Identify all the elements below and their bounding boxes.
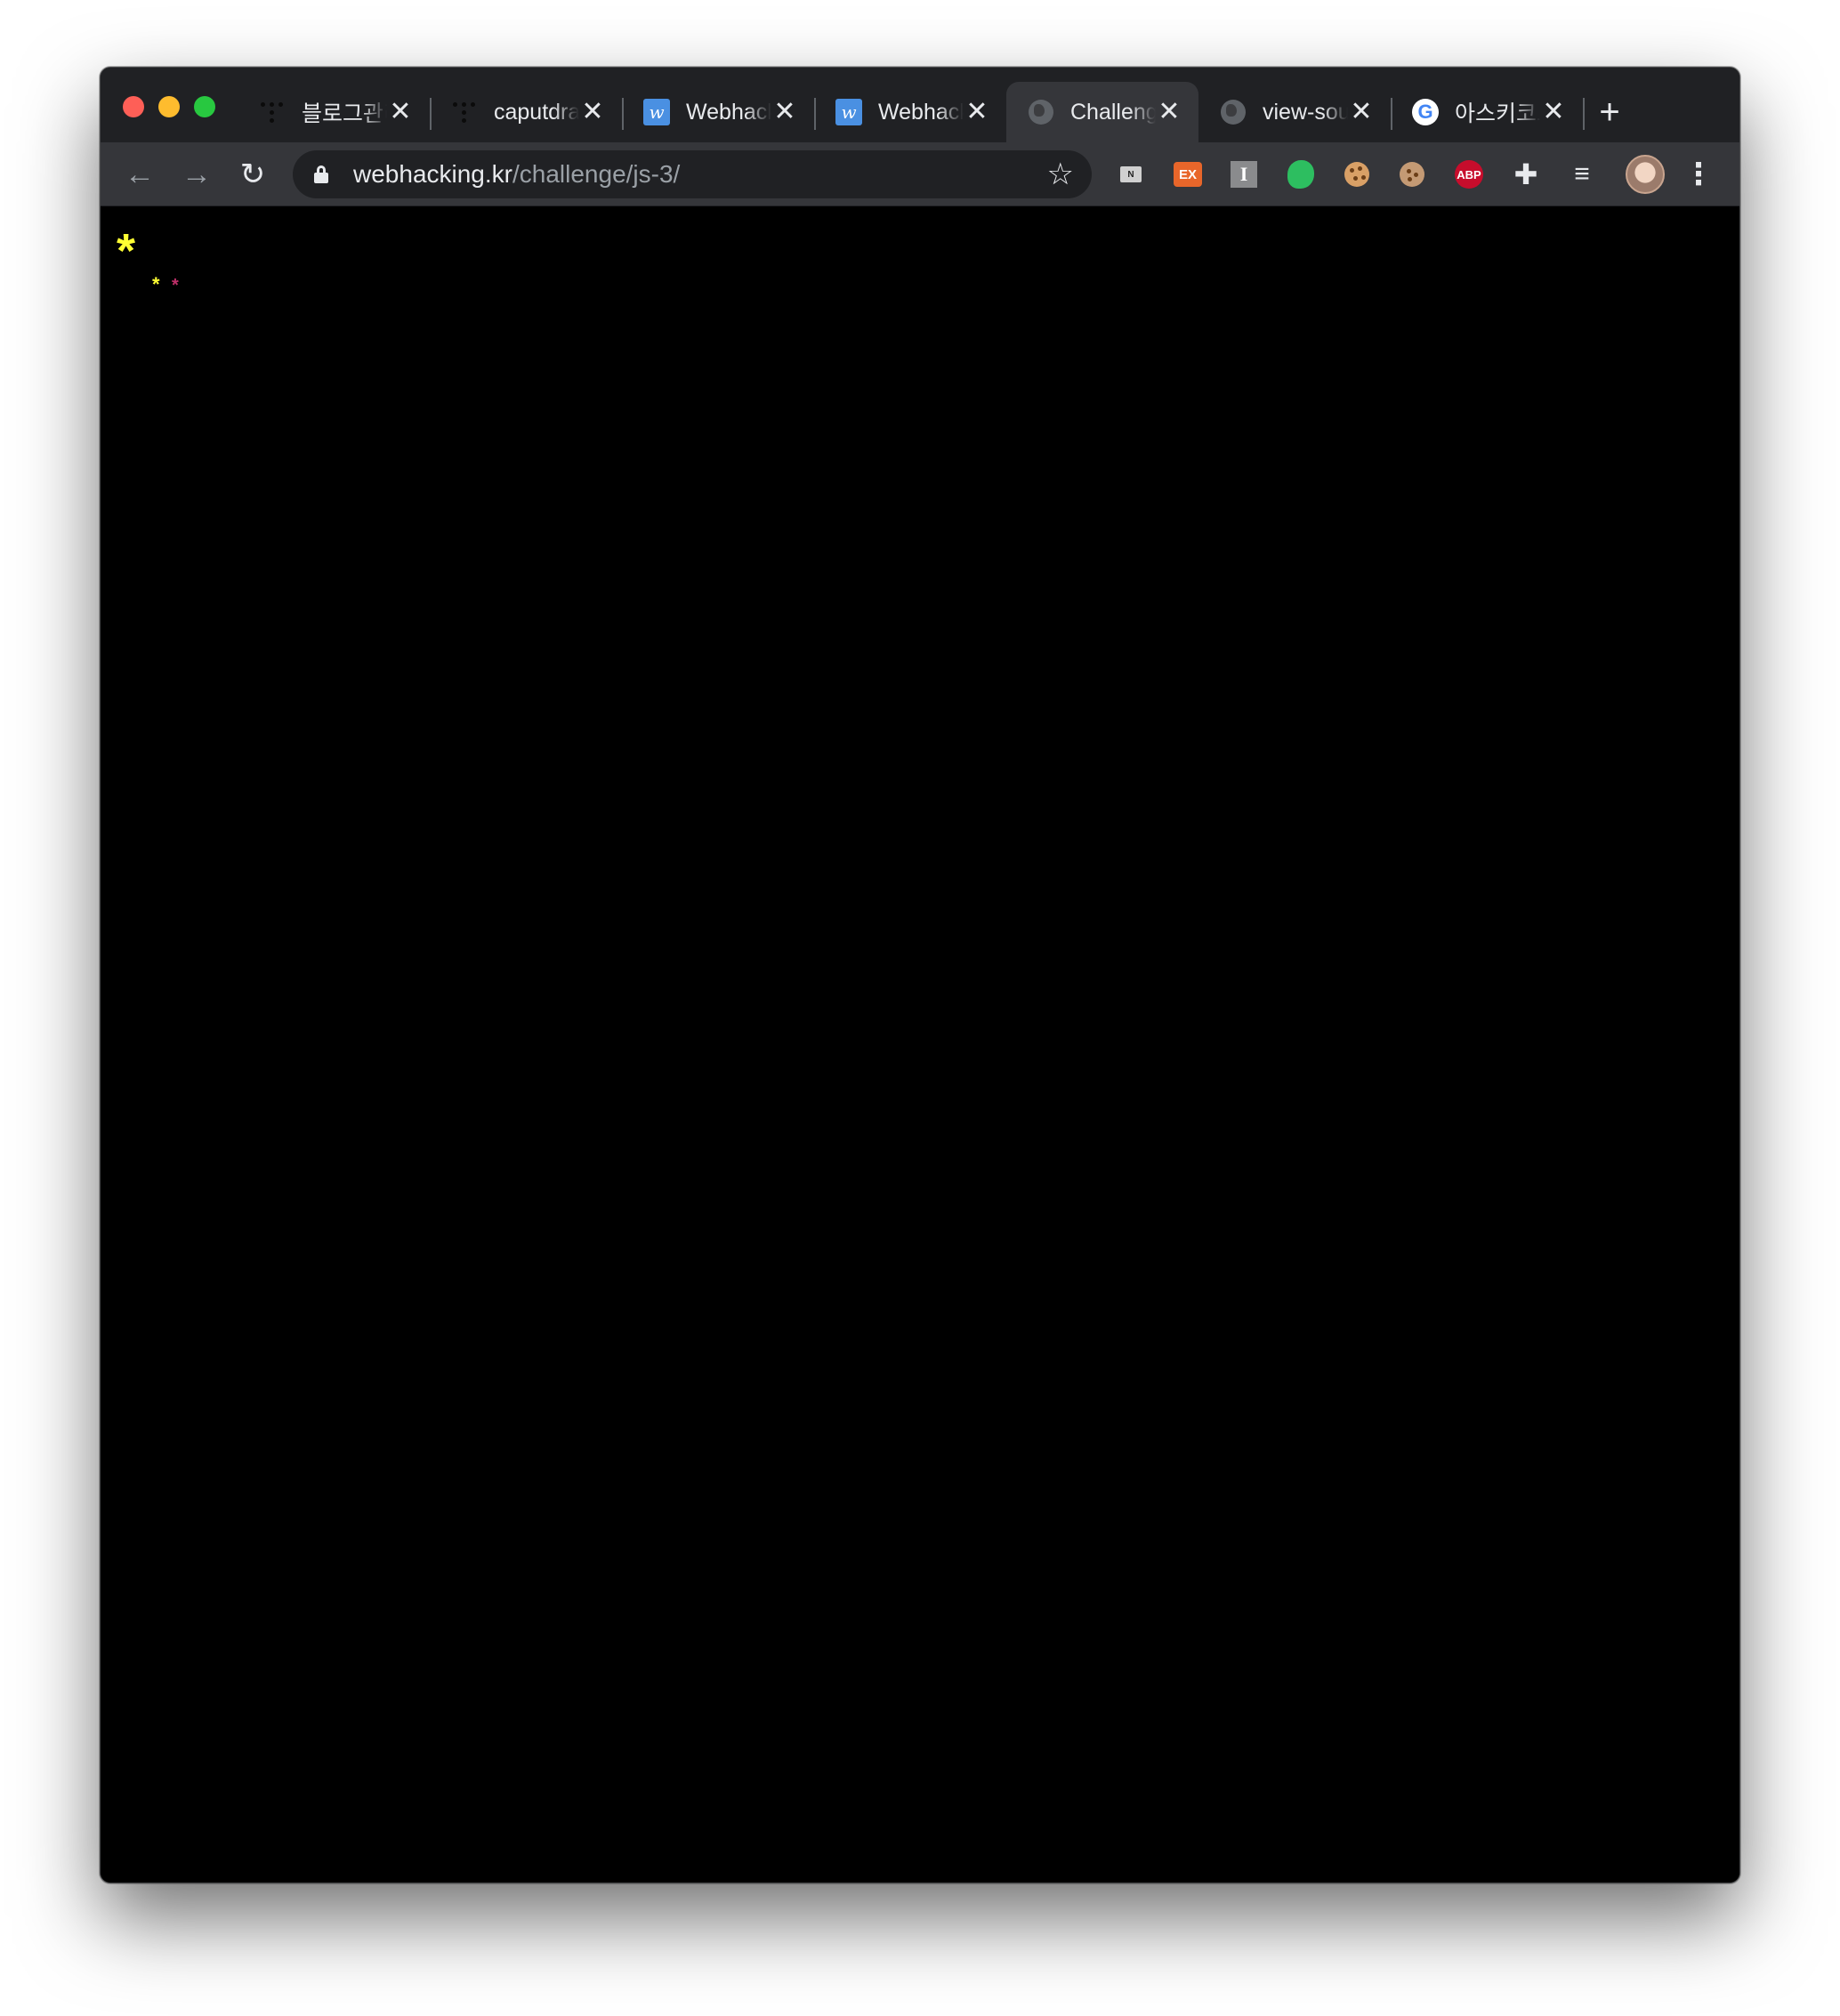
tab-blog-admin[interactable]: 블로그관리 ✕ (238, 82, 430, 142)
browser-toolbar: ← → ↻ webhacking.kr/challenge/js-3/ ☆ N … (101, 142, 1739, 206)
window-close-button[interactable] (123, 96, 144, 117)
page-content: * * * (101, 207, 1739, 1883)
sparkle-large: * (117, 224, 136, 278)
address-bar[interactable]: webhacking.kr/challenge/js-3/ ☆ (293, 150, 1092, 198)
tab-webhacking-1[interactable]: w Webhacking.kr ✕ (622, 82, 814, 142)
tab-close-icon[interactable]: ✕ (964, 99, 990, 125)
adblock-plus-extension-label: ABP (1455, 160, 1483, 189)
tab-close-icon[interactable]: ✕ (387, 99, 414, 125)
naver-dict-extension-label: N (1120, 166, 1142, 182)
tistory-icon (259, 99, 286, 125)
new-tab-button[interactable]: + (1592, 94, 1627, 130)
webhacking-w-icon: w (835, 99, 862, 125)
tab-title: Webhacking.kr (878, 99, 964, 125)
window-minimize-button[interactable] (158, 96, 180, 117)
tab-close-icon[interactable]: ✕ (1156, 99, 1182, 125)
adblock-plus-extension-icon[interactable]: ABP (1453, 158, 1485, 190)
tab-title: caputdraconis (494, 99, 579, 125)
bookmark-star-icon[interactable]: ☆ (1047, 157, 1074, 191)
tab-title: view-source (1263, 99, 1348, 125)
tab-separator (1583, 98, 1585, 130)
media-control-icon[interactable]: ≡ (1566, 158, 1598, 190)
tab-view-source[interactable]: view-source ✕ (1198, 82, 1391, 142)
i-extension-label: I (1231, 161, 1257, 188)
window-maximize-button[interactable] (194, 96, 215, 117)
url-text[interactable]: webhacking.kr/challenge/js-3/ (353, 161, 680, 188)
globe-icon (1028, 99, 1054, 125)
globe-icon (1220, 99, 1247, 125)
url-path: /challenge/js-3/ (512, 160, 681, 188)
back-button[interactable]: ← (124, 158, 156, 190)
browser-window: 블로그관리 ✕ caputdraconis ✕ w Webhacking.kr … (100, 67, 1740, 1883)
sparkle-small-yellow: * (152, 273, 160, 295)
tab-challenge-active[interactable]: Challenge js-3 ✕ (1006, 82, 1198, 142)
tab-title: 블로그관리 (302, 101, 387, 126)
tab-ascii-code[interactable]: G 아스키코드 ✕ (1391, 82, 1583, 142)
naver-dict-extension-icon[interactable]: N (1115, 158, 1147, 190)
forward-button[interactable]: → (181, 158, 213, 190)
reload-button[interactable]: ↻ (237, 158, 269, 190)
extensions-puzzle-icon[interactable]: ✚ (1510, 158, 1542, 190)
tab-title: 아스키코드 (1455, 101, 1540, 126)
profile-avatar[interactable] (1626, 155, 1665, 194)
url-host: webhacking.kr (353, 160, 512, 188)
tab-title: Webhacking.kr (686, 99, 771, 125)
tab-close-icon[interactable]: ✕ (1540, 99, 1567, 125)
tab-close-icon[interactable]: ✕ (771, 99, 798, 125)
webhacking-w-icon: w (643, 99, 670, 125)
tab-webhacking-2[interactable]: w Webhacking.kr ✕ (814, 82, 1006, 142)
i-extension-icon[interactable]: I (1228, 158, 1260, 190)
ex-extension-icon[interactable]: EX (1172, 158, 1204, 190)
tab-close-icon[interactable]: ✕ (1348, 99, 1375, 125)
chrome-menu-button[interactable]: ⋮ (1683, 158, 1715, 190)
tistory-icon (451, 99, 478, 125)
sparkle-small-pink: * (172, 276, 179, 295)
ex-extension-label: EX (1174, 162, 1202, 187)
cookie-extension-icon[interactable] (1341, 158, 1373, 190)
google-icon: G (1412, 99, 1439, 125)
lock-icon[interactable] (314, 165, 328, 183)
cookie-editor-extension-icon[interactable] (1396, 158, 1428, 190)
tab-strip: 블로그관리 ✕ caputdraconis ✕ w Webhacking.kr … (101, 68, 1739, 142)
tab-close-icon[interactable]: ✕ (579, 99, 606, 125)
tab-caputdraconis[interactable]: caputdraconis ✕ (430, 82, 622, 142)
evernote-extension-icon[interactable] (1285, 158, 1317, 190)
tab-title: Challenge js-3 (1070, 99, 1156, 125)
